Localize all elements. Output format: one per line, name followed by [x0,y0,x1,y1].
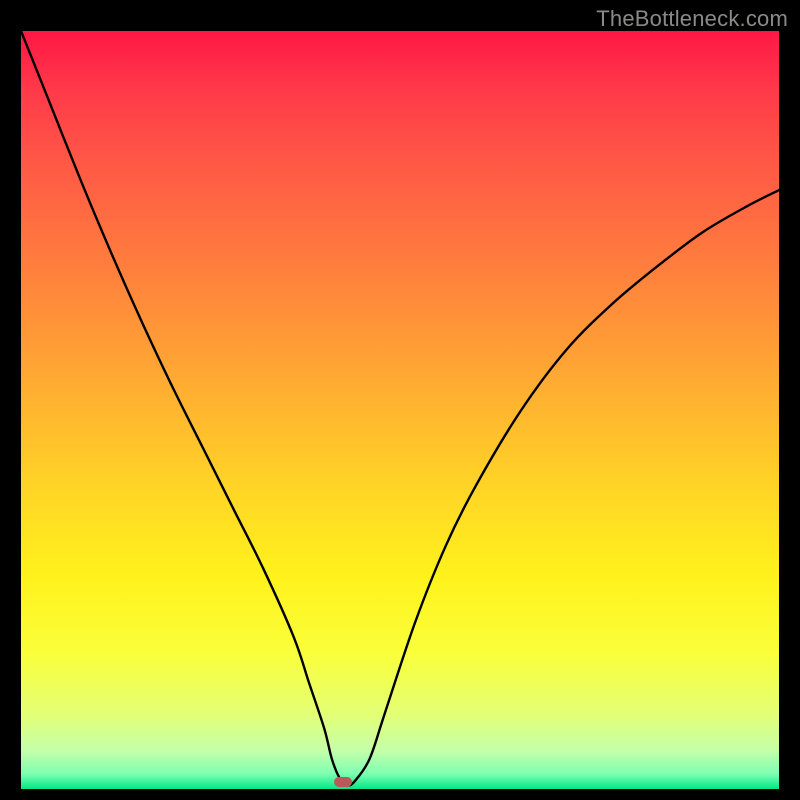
watermark-text: TheBottleneck.com [596,6,788,32]
optimum-marker [334,777,352,787]
bottleneck-curve [21,31,779,789]
